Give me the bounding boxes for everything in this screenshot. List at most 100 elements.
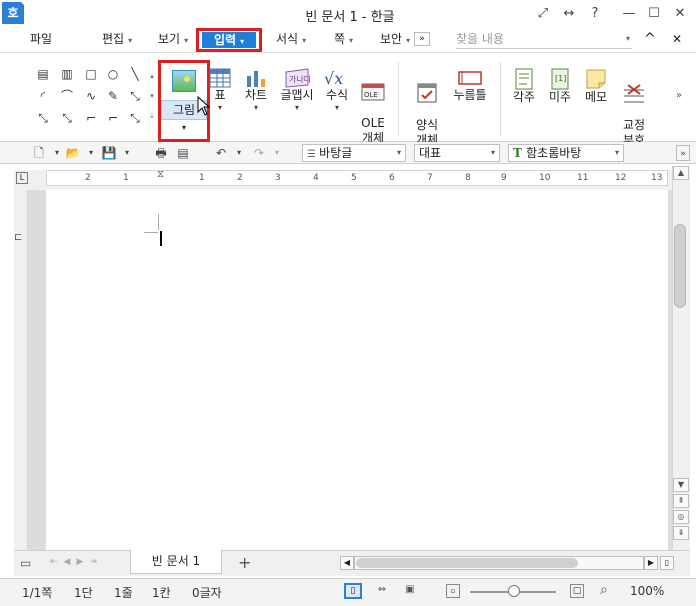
title-bar: 호 빈 문서 1 - 한글 ⤢ ↔ ? — ☐ ✕ <box>0 0 696 28</box>
scroll-left-button[interactable]: ◀ <box>340 556 354 570</box>
print-icon[interactable]: 🖶 <box>152 145 170 161</box>
zoom-level[interactable]: 100% <box>630 584 664 598</box>
menu-insert[interactable]: 입력 ▾ <box>196 28 262 52</box>
text-box-icon[interactable]: ▤ <box>34 66 52 82</box>
add-tab-button[interactable]: + <box>238 553 251 572</box>
maximize-button[interactable]: ☐ <box>643 4 665 24</box>
view-page-button[interactable]: ▯ <box>344 583 362 599</box>
insert-chart-button[interactable]: 차트 ▾ <box>242 68 270 113</box>
zoom-out-button[interactable]: ▫ <box>446 584 460 598</box>
page-indicator[interactable]: 1/1쪽 <box>22 584 52 601</box>
new-doc-icon[interactable]: 🗋 <box>30 145 48 161</box>
split-view-button[interactable]: ▯ <box>660 556 674 570</box>
barcode-icon[interactable]: ▥ <box>58 66 76 82</box>
help-icon[interactable]: ? <box>584 4 606 24</box>
svg-text:√x: √x <box>324 69 343 88</box>
horizontal-scrollbar-thumb[interactable] <box>356 558 578 568</box>
next-page-button[interactable]: ⇟ <box>673 526 689 540</box>
toolbar-expand-icon[interactable]: » <box>676 145 690 161</box>
shape-gallery-scroll[interactable]: ▴ ▾ ⇣ <box>148 66 156 132</box>
line-icon[interactable]: ╲ <box>126 66 144 82</box>
undo-icon[interactable]: ↶ <box>212 145 230 161</box>
search-input[interactable]: 찾을 내용 ▾ <box>456 31 632 49</box>
horizontal-ruler[interactable]: 2 1 1 2 3 4 5 6 7 8 9 10 11 12 13 ⧖ <box>46 169 668 186</box>
language-combo[interactable]: 대표 ▾ <box>414 144 500 162</box>
arc-icon[interactable]: ◜ <box>34 88 52 104</box>
connector-arrow-icon[interactable]: ⤡ <box>58 110 76 126</box>
curve-icon[interactable]: ∿ <box>82 88 100 104</box>
tab-nav-arrows-icon[interactable]: ⇤◀▶⇥ <box>50 557 103 567</box>
preview-icon[interactable]: ▤ <box>174 145 192 161</box>
memo-button[interactable]: 메모 <box>580 68 612 105</box>
minimize-button[interactable]: — <box>618 4 640 24</box>
insert-wordart-button[interactable]: 가나다 글맵시 ▾ <box>278 68 316 113</box>
close-button[interactable]: ✕ <box>669 4 691 24</box>
connector-elbow-icon[interactable]: ⌐ <box>82 110 100 126</box>
font-combo[interactable]: T 함초롬바탕 ▾ <box>508 144 624 162</box>
save-icon[interactable]: 💾 <box>100 145 118 161</box>
open-folder-icon[interactable]: 📂 <box>64 145 82 161</box>
polygon-icon[interactable]: ⌒ <box>58 88 76 104</box>
proofreading-icon <box>624 84 644 103</box>
view-full-button[interactable]: ▣ <box>402 584 418 598</box>
scroll-up-button[interactable]: ▲ <box>673 166 689 180</box>
chevron-down-icon[interactable]: ▾ <box>82 145 100 161</box>
rectangle-icon[interactable]: □ <box>82 66 100 82</box>
ribbon-separator <box>398 62 399 136</box>
footnote-button[interactable]: 각주 <box>508 68 540 105</box>
ruler-number: 2 <box>85 173 91 183</box>
page-view-button[interactable]: ◎ <box>673 510 689 524</box>
vertical-scrollbar-thumb[interactable] <box>674 224 686 308</box>
tab-list-icon[interactable]: ▭ <box>20 556 31 570</box>
redo-icon[interactable]: ↷ <box>250 145 268 161</box>
vertical-ruler[interactable]: ⊏ <box>14 190 28 550</box>
ellipse-icon[interactable]: ○ <box>104 66 122 82</box>
ruler-number: 11 <box>577 173 589 183</box>
indent-marker-icon[interactable]: ⧖ <box>157 169 164 180</box>
insert-equation-button[interactable]: √x 수식 ▾ <box>322 68 352 113</box>
view-width-button[interactable]: ⇔ <box>374 584 390 598</box>
window-title: 빈 문서 1 - 한글 <box>305 10 395 25</box>
margin-guide <box>144 232 158 233</box>
app-icon[interactable]: 호 <box>2 2 29 24</box>
scroll-down-button[interactable]: ▼ <box>673 478 689 492</box>
chevron-down-icon: ▾ <box>625 34 630 43</box>
shape-gallery[interactable]: ▤ ▥ □ ○ ╲ ◜ ⌒ ∿ ✎ ⤡ ⤡ ⤡ ⌐ ⌐ ⤡ <box>34 66 146 132</box>
menu-view[interactable]: 보기 ▾ <box>158 28 188 50</box>
menu-security[interactable]: 보안 ▾ <box>380 28 410 50</box>
connector-curve-icon[interactable]: ⤡ <box>126 110 144 126</box>
menu-edit[interactable]: 편집 ▾ <box>102 28 132 50</box>
style-combo[interactable]: ☰ 바탕글 ▾ <box>302 144 406 162</box>
scroll-right-button[interactable]: ▶ <box>644 556 658 570</box>
connector-straight-icon[interactable]: ⤡ <box>34 110 52 126</box>
prev-page-button[interactable]: ⇞ <box>673 494 689 508</box>
memo-label: 메모 <box>584 90 608 104</box>
connector-icon[interactable]: ⤡ <box>126 88 144 104</box>
tab-document[interactable]: 빈 문서 1 <box>130 550 222 574</box>
fullscreen-icon[interactable]: ⤢ <box>532 4 554 24</box>
close-doc-icon[interactable]: ✕ <box>672 28 682 50</box>
chevron-down-icon[interactable]: ▾ <box>118 145 136 161</box>
document-page[interactable] <box>46 190 668 550</box>
ribbon-more-button[interactable]: » <box>676 90 682 101</box>
menu-page[interactable]: 쪽 ▾ <box>334 28 353 50</box>
zoom-slider-thumb[interactable] <box>508 585 520 597</box>
click-here-field-button[interactable]: 누름틀 <box>450 68 490 103</box>
zoom-magnifier-icon[interactable]: ⌕ <box>600 582 608 598</box>
chevron-down-icon: ▾ <box>406 36 411 45</box>
endnote-button[interactable]: [1] 미주 <box>544 68 576 105</box>
chevron-down-icon[interactable]: ▾ <box>268 145 286 161</box>
connector-elbow-arrow-icon[interactable]: ⌐ <box>104 110 122 126</box>
pen-icon[interactable]: ✎ <box>104 88 122 104</box>
menu-more-button[interactable]: » <box>414 32 430 46</box>
menu-file[interactable]: 파일 <box>30 28 52 50</box>
chevron-down-icon[interactable]: ▾ <box>230 145 248 161</box>
menu-format[interactable]: 서식 ▾ <box>276 28 306 50</box>
zoom-in-button[interactable]: ▢ <box>570 584 584 598</box>
tab-stop-selector[interactable]: L <box>16 172 28 184</box>
svg-text:[1]: [1] <box>555 74 566 83</box>
margin-marker-icon[interactable]: ⊏ <box>14 232 22 243</box>
insert-table-button[interactable]: 표 ▾ <box>208 68 232 113</box>
split-view-icon[interactable]: ↔ <box>558 4 580 24</box>
collapse-ribbon-icon[interactable]: ^ <box>644 28 656 50</box>
